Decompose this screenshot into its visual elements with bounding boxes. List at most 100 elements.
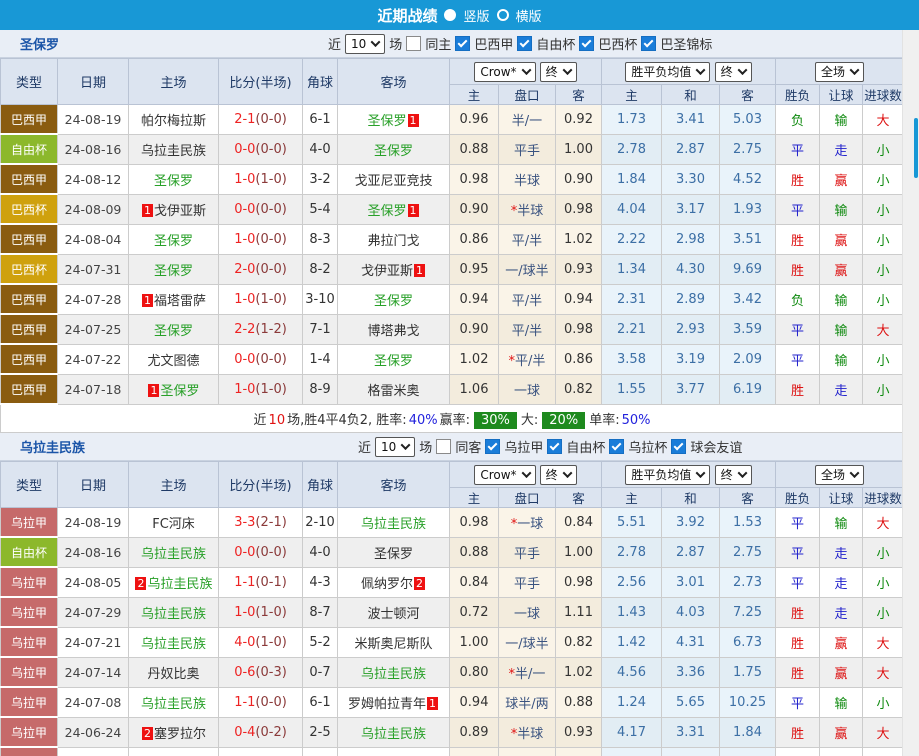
home-team[interactable]: 乌拉圭民族 [129,597,219,627]
league-filter-checkbox[interactable] [609,439,624,454]
score[interactable]: 2-1(0-0) [219,105,303,135]
avg-select[interactable]: 胜平负均值 [625,465,710,485]
games-count-select[interactable]: 10 [345,34,385,54]
home-team[interactable]: 1福塔雷萨 [129,284,219,314]
home-team[interactable]: 乌拉圭民族 [129,627,219,657]
odds-company-select[interactable]: Crow* [474,465,535,485]
away-team[interactable]: 圣保罗1 [338,194,450,224]
home-team[interactable]: 乌拉圭民族 [129,747,219,756]
away-team[interactable]: 圣保罗1 [338,105,450,135]
away-team[interactable]: 圣保罗 [338,134,450,164]
score[interactable]: 2-0(0-0) [219,254,303,284]
score[interactable]: 0-4(0-2) [219,717,303,747]
scope-select[interactable]: 全场 [815,62,864,82]
away-team[interactable]: 乌拉圭民族 [338,657,450,687]
away-team[interactable]: 波士顿河 [338,597,450,627]
score[interactable]: 0-0(0-0) [219,344,303,374]
team-link[interactable]: 圣保罗 [154,324,193,339]
team-link[interactable]: 罗姆帕拉青年 [348,697,426,712]
vertical-layout-radio[interactable] [444,9,456,21]
league-filter-checkbox[interactable] [485,439,500,454]
score[interactable]: 1-0(1-0) [219,164,303,194]
away-team[interactable]: 弗拉门戈 [338,224,450,254]
team-link[interactable]: 戈伊亚斯 [154,204,206,219]
team-link[interactable]: 戈伊亚斯 [361,264,413,279]
team-link[interactable]: 乌拉圭民族 [141,144,206,159]
home-team[interactable]: 圣保罗 [129,164,219,194]
team-link[interactable]: 博塔弗戈 [367,324,419,339]
team-link[interactable]: 乌拉圭民族 [361,727,426,742]
team-link[interactable]: 丹奴比奥 [147,667,199,682]
team-link[interactable]: 乌拉圭民族 [141,607,206,622]
home-team[interactable]: 尤文图德 [129,344,219,374]
away-team[interactable]: 乌拉圭民族 [338,717,450,747]
team-link[interactable]: 乌拉圭民族 [361,517,426,532]
league-filter-checkbox[interactable] [455,36,470,51]
team-link[interactable]: 米斯奥尼斯队 [354,637,432,652]
away-team[interactable]: 格雷米奥 [338,374,450,404]
league-filter-checkbox[interactable] [641,36,656,51]
team-link[interactable]: 圣保罗 [154,174,193,189]
league-filter-checkbox[interactable] [671,439,686,454]
away-team[interactable]: 戈伊亚斯1 [338,254,450,284]
same-home-checkbox[interactable] [406,36,421,51]
team-link[interactable]: 乌拉圭民族 [361,667,426,682]
away-team[interactable]: 乌拉圭民族 [338,508,450,538]
team-link[interactable]: 佩纳罗尔 [361,577,413,592]
score[interactable]: 1-0(1-0) [219,284,303,314]
team-link[interactable]: 圣保罗 [367,114,406,129]
team-link[interactable]: 波士顿河 [367,607,419,622]
away-team[interactable]: 佩纳罗尔2 [338,567,450,597]
score[interactable]: 2-2(1-2) [219,314,303,344]
home-team[interactable]: 2乌拉圭民族 [129,567,219,597]
team-link[interactable]: 弗拉门戈 [367,234,419,249]
score[interactable]: 1-1(0-0) [219,687,303,717]
scope-select[interactable]: 全场 [815,465,864,485]
team-link[interactable]: 圣保罗 [160,384,199,399]
home-team[interactable]: 圣保罗 [129,314,219,344]
score[interactable]: 0-6(0-3) [219,657,303,687]
team-link[interactable]: 圣保罗 [154,234,193,249]
home-team[interactable]: 1戈伊亚斯 [129,194,219,224]
score[interactable]: 4-0(1-0) [219,627,303,657]
away-team[interactable]: 利物浦蒙特维多 [338,747,450,756]
away-team[interactable]: 博塔弗戈 [338,314,450,344]
odds-final-select[interactable]: 终 [540,465,577,485]
score[interactable]: 1-0(1-0) [219,374,303,404]
home-team[interactable]: FC河床 [129,508,219,538]
team-link[interactable]: 乌拉圭民族 [141,637,206,652]
team-link[interactable]: 帕尔梅拉斯 [141,114,206,129]
home-team[interactable]: 乌拉圭民族 [129,537,219,567]
same-away-checkbox[interactable] [436,439,451,454]
home-team[interactable]: 帕尔梅拉斯 [129,105,219,135]
team-link[interactable]: 戈亚尼亚竞技 [354,174,432,189]
league-filter-checkbox[interactable] [579,36,594,51]
team-link[interactable]: 圣保罗 [374,547,413,562]
games-count-select[interactable]: 10 [375,437,415,457]
vertical-scrollbar[interactable] [902,30,919,756]
scrollbar-thumb[interactable] [914,118,918,178]
home-team[interactable]: 圣保罗 [129,224,219,254]
team-link[interactable]: 圣保罗 [374,144,413,159]
away-team[interactable]: 戈亚尼亚竞技 [338,164,450,194]
team-link[interactable]: 塞罗拉尔 [154,727,206,742]
home-team[interactable]: 1圣保罗 [129,374,219,404]
away-team[interactable]: 罗姆帕拉青年1 [338,687,450,717]
avg-final-select[interactable]: 终 [715,62,752,82]
avg-select[interactable]: 胜平负均值 [625,62,710,82]
team-link[interactable]: 乌拉圭民族 [141,697,206,712]
score[interactable]: 1-0(1-0) [219,597,303,627]
score[interactable]: 0-0(0-0) [219,194,303,224]
score[interactable]: 1-1(0-1) [219,567,303,597]
score[interactable]: 2-1(1-0) [219,747,303,756]
horizontal-layout-radio[interactable] [497,9,509,21]
team-link[interactable]: 格雷米奥 [367,384,419,399]
team-link[interactable]: 圣保罗 [367,204,406,219]
score[interactable]: 0-0(0-0) [219,134,303,164]
team-link[interactable]: 乌拉圭民族 [141,547,206,562]
home-team[interactable]: 圣保罗 [129,254,219,284]
team-link[interactable]: 尤文图德 [147,354,199,369]
team-link[interactable]: 圣保罗 [154,264,193,279]
odds-company-select[interactable]: Crow* [474,62,535,82]
away-team[interactable]: 圣保罗 [338,344,450,374]
